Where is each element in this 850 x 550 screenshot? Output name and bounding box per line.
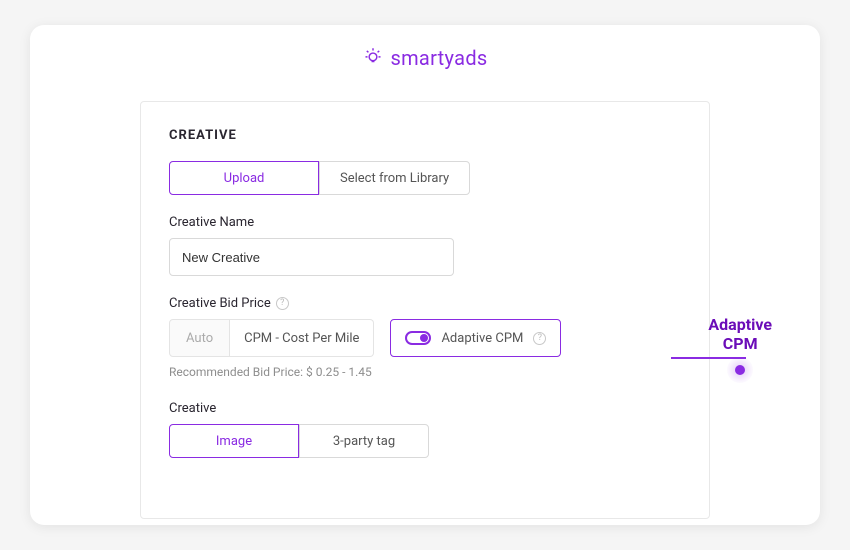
section-title: CREATIVE	[169, 128, 681, 143]
recommended-bid-text: Recommended Bid Price: $ 0.25 - 1.45	[169, 365, 681, 379]
bid-auto-box: Auto	[169, 319, 230, 357]
info-icon[interactable]: ?	[276, 297, 289, 310]
lightbulb-icon	[362, 45, 384, 71]
bid-price-group: Auto CPM - Cost Per Mile	[169, 319, 374, 357]
tab-image[interactable]: Image	[169, 424, 299, 458]
creative-panel: CREATIVE Upload Select from Library Crea…	[140, 101, 710, 519]
creative-name-label: Creative Name	[169, 215, 681, 230]
adaptive-cpm-toggle[interactable]: Adaptive CPM ?	[390, 319, 561, 357]
adaptive-cpm-label: Adaptive CPM	[441, 331, 523, 346]
tab-select-from-library[interactable]: Select from Library	[319, 161, 470, 195]
logo-text: smartyads	[390, 46, 487, 70]
bid-price-label: Creative Bid Price ?	[169, 296, 681, 311]
creative-type-tabs: Image 3-party tag	[169, 424, 681, 458]
source-tabs: Upload Select from Library	[169, 161, 681, 195]
info-icon[interactable]: ?	[533, 332, 546, 345]
brand-logo: smartyads	[30, 45, 820, 71]
toggle-icon	[405, 331, 431, 345]
bid-model-select[interactable]: CPM - Cost Per Mile	[230, 319, 374, 357]
callout-annotation: Adaptive CPM	[708, 315, 772, 383]
creative-type-label: Creative	[169, 401, 681, 416]
tab-upload[interactable]: Upload	[169, 161, 319, 195]
creative-name-input[interactable]	[169, 238, 454, 276]
tab-third-party-tag[interactable]: 3-party tag	[299, 424, 429, 458]
callout-dot-icon	[727, 357, 753, 383]
